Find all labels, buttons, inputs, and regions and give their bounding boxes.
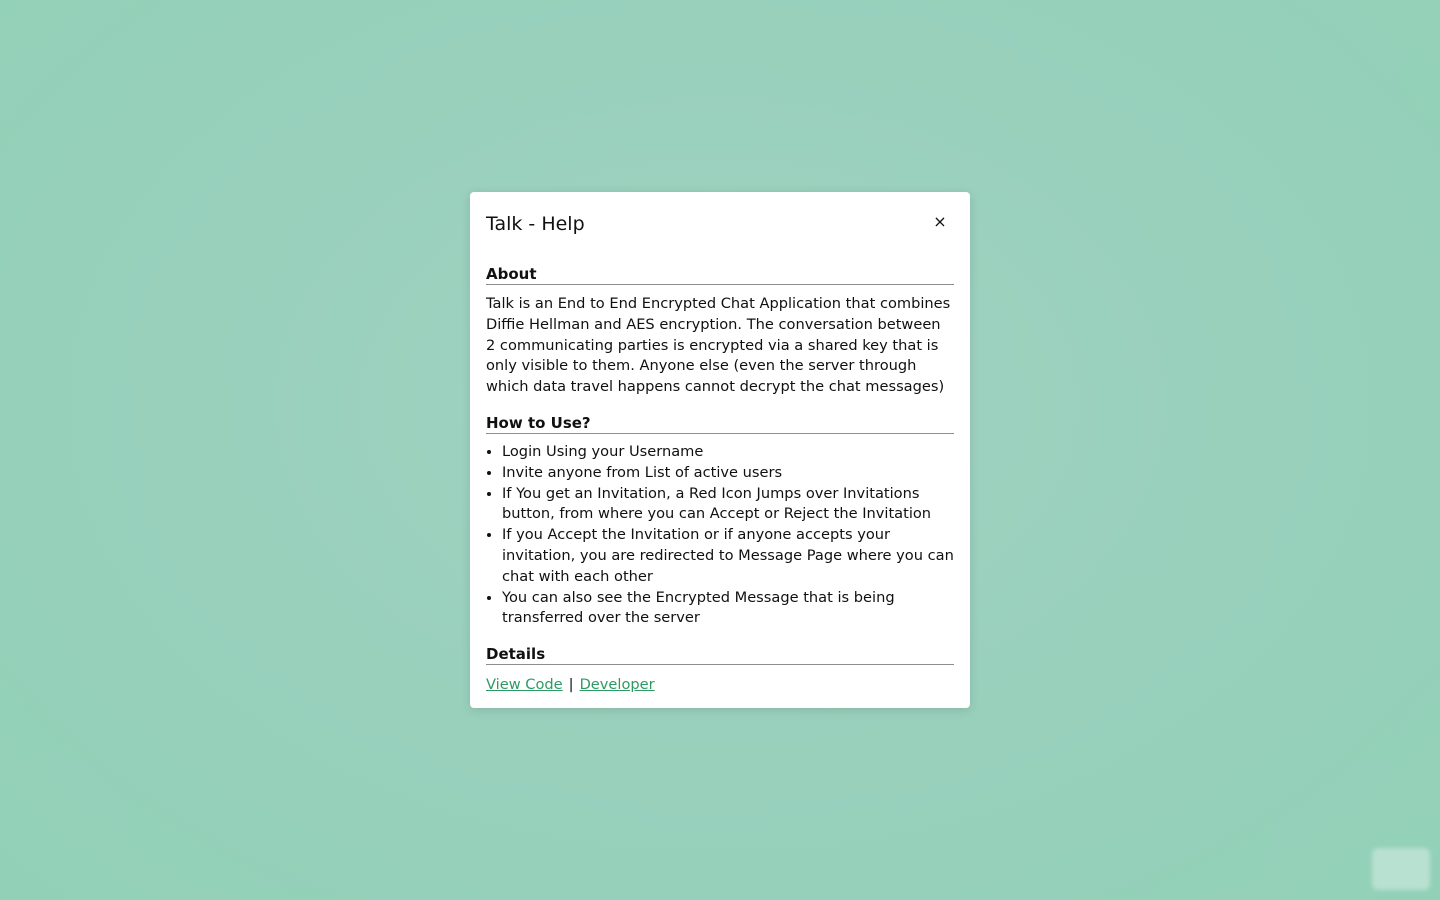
- developer-link[interactable]: Developer: [580, 676, 655, 693]
- dialog-title: Talk - Help: [486, 213, 585, 235]
- list-item: If you Accept the Invitation or if anyon…: [502, 525, 954, 587]
- how-to-use-list: Login Using your Username Invite anyone …: [486, 442, 954, 629]
- corner-widget[interactable]: [1372, 848, 1430, 890]
- list-item: You can also see the Encrypted Message t…: [502, 588, 954, 630]
- details-links: View Code | Developer: [486, 674, 954, 696]
- list-item: Login Using your Username: [502, 442, 954, 463]
- list-item: Invite anyone from List of active users: [502, 463, 954, 484]
- dialog-header: Talk - Help ×: [486, 208, 954, 240]
- view-code-link[interactable]: View Code: [486, 676, 563, 693]
- help-dialog: Talk - Help × About Talk is an End to En…: [470, 192, 970, 708]
- link-separator: |: [568, 676, 574, 694]
- about-heading: About: [486, 264, 954, 285]
- list-item: If You get an Invitation, a Red Icon Jum…: [502, 484, 954, 526]
- how-to-use-heading: How to Use?: [486, 413, 954, 434]
- about-text: Talk is an End to End Encrypted Chat App…: [486, 295, 951, 396]
- close-button[interactable]: ×: [932, 211, 948, 233]
- details-heading: Details: [486, 644, 954, 666]
